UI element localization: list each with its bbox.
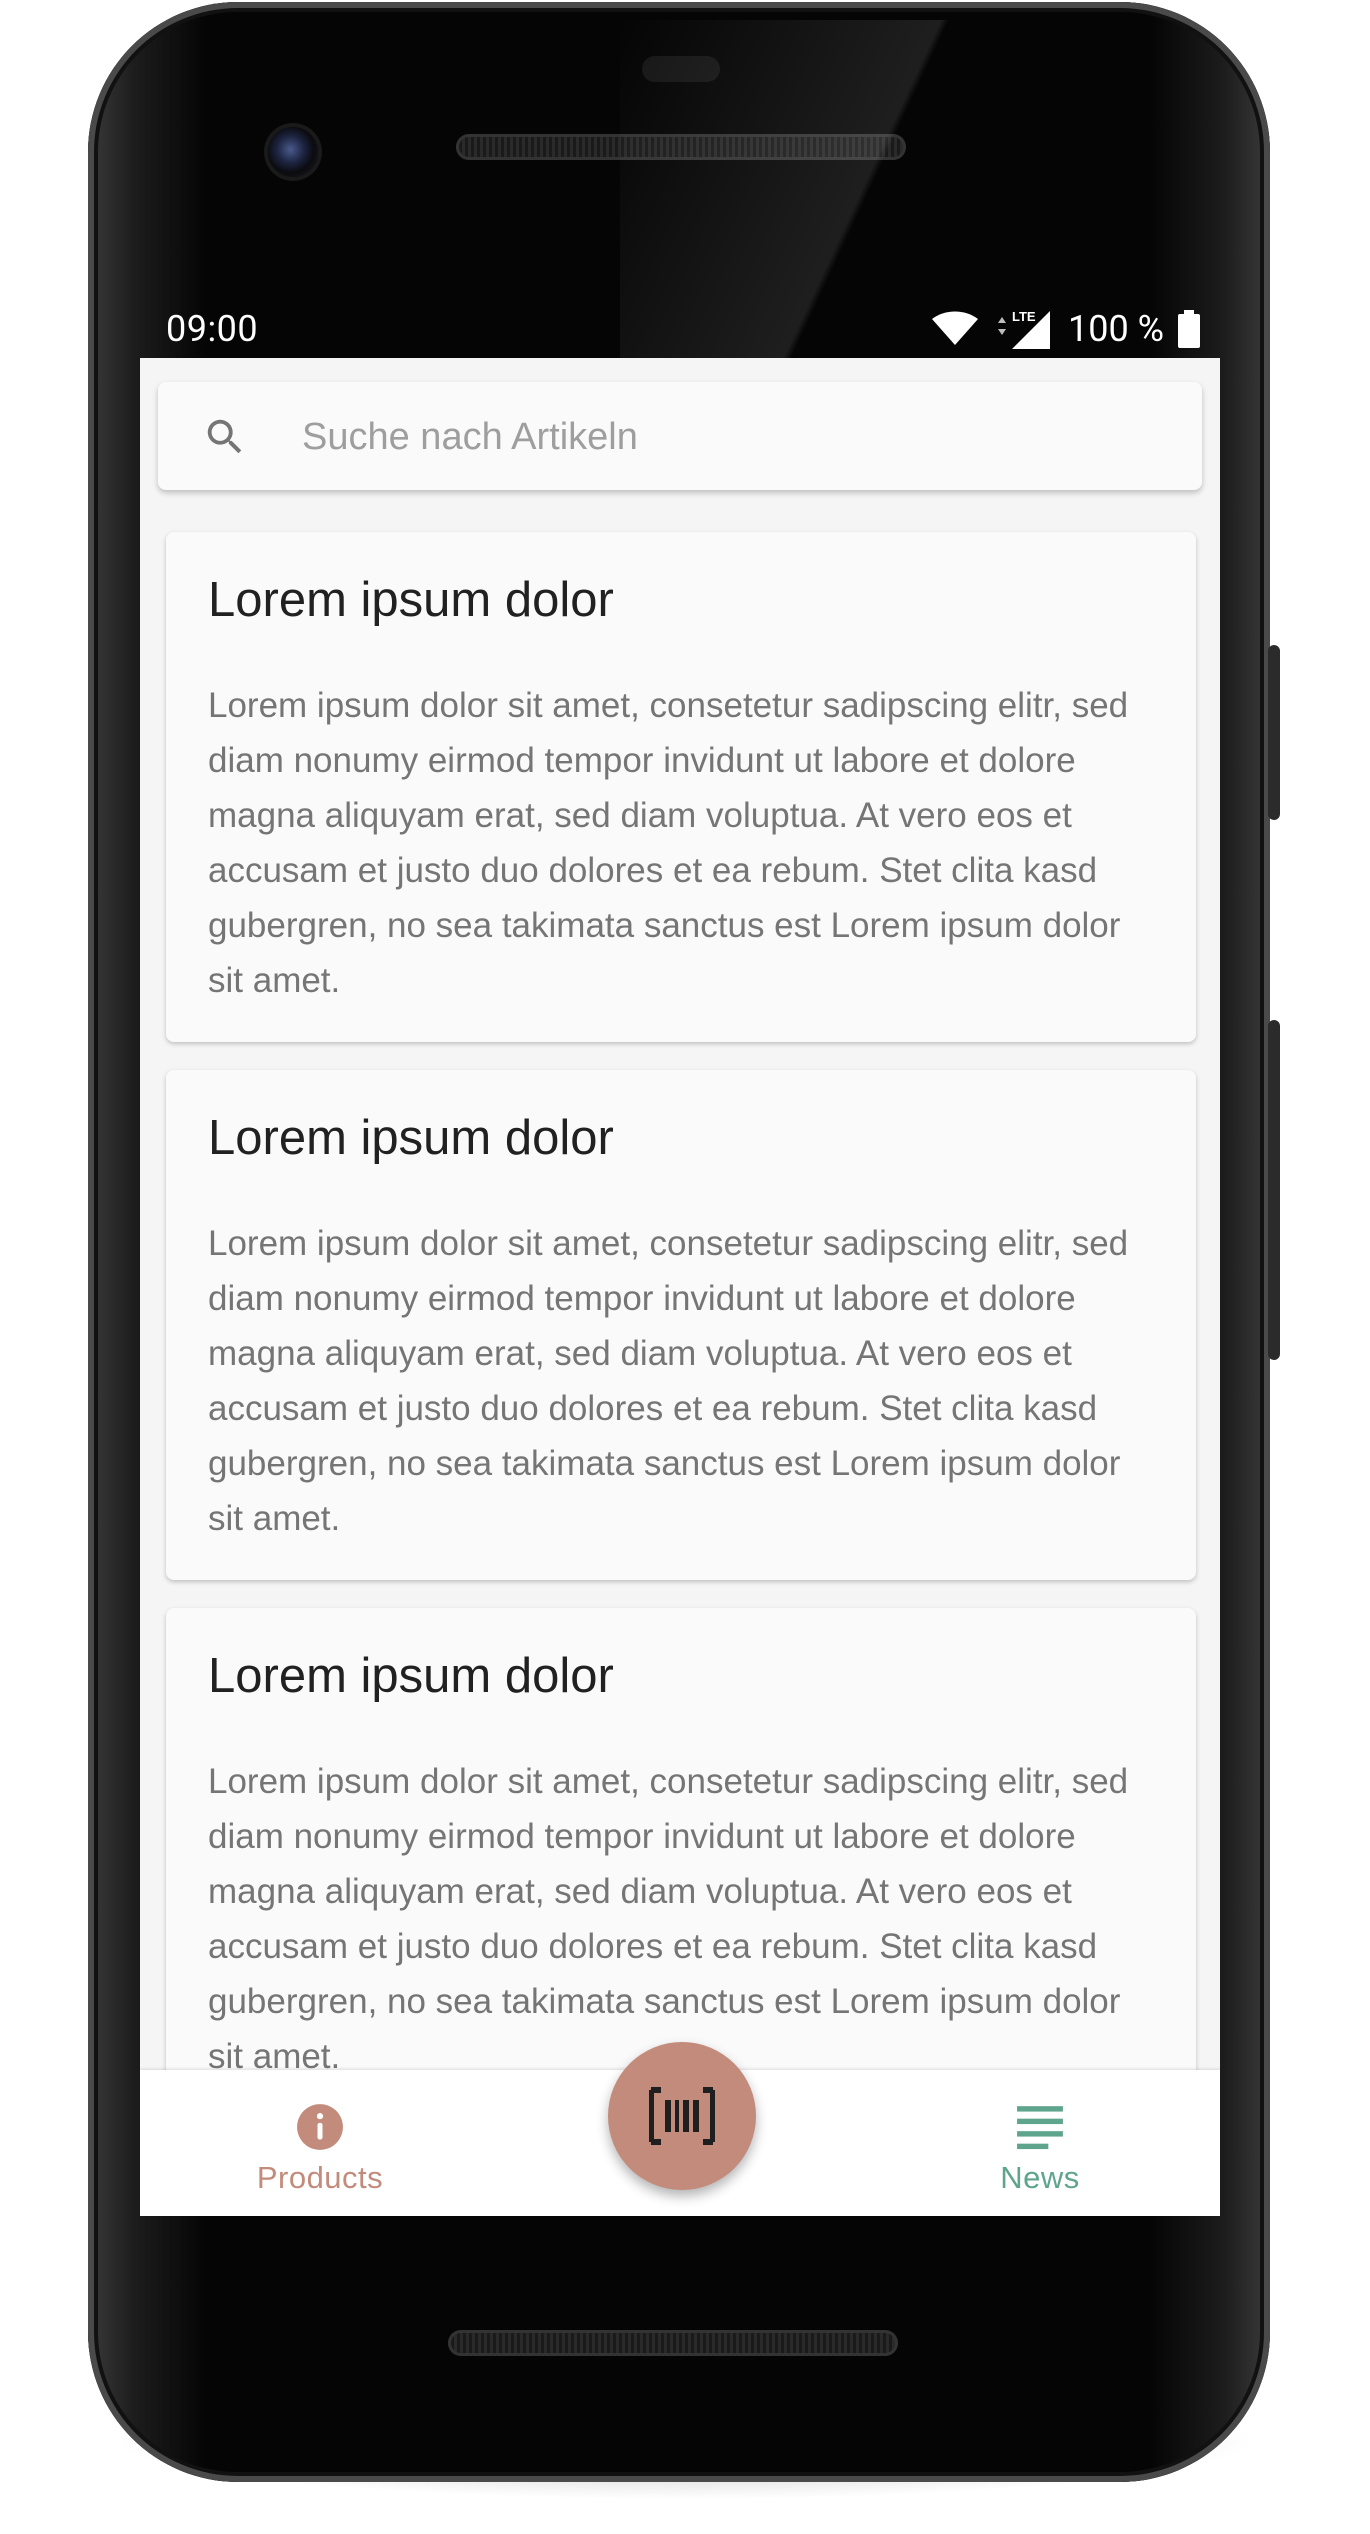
earpiece-speaker bbox=[456, 134, 906, 160]
wifi-icon bbox=[932, 311, 978, 345]
nav-item-news[interactable]: News bbox=[860, 2070, 1220, 2216]
article-title: Lorem ipsum dolor bbox=[208, 1111, 614, 1165]
scan-barcode-button[interactable] bbox=[608, 2042, 756, 2190]
article-body: Lorem ipsum dolor sit amet, consetetur s… bbox=[208, 1762, 1129, 2076]
bottom-speaker bbox=[448, 2330, 898, 2356]
battery-percentage: 100 % bbox=[1068, 308, 1164, 350]
article-body: Lorem ipsum dolor sit amet, consetetur s… bbox=[208, 686, 1129, 1000]
search-input[interactable] bbox=[300, 406, 1184, 468]
proximity-sensor bbox=[642, 56, 720, 82]
article-card[interactable]: Lorem ipsum dolor Lorem ipsum dolor sit … bbox=[166, 1070, 1196, 1580]
status-icons: LTE 100 % bbox=[932, 306, 1200, 352]
network-type-label: LTE bbox=[1012, 309, 1036, 324]
lte-signal-icon: LTE bbox=[998, 309, 1050, 349]
search-bar[interactable] bbox=[158, 382, 1202, 490]
search-icon bbox=[207, 419, 242, 454]
article-title: Lorem ipsum dolor bbox=[208, 573, 614, 627]
status-time: 09:00 bbox=[166, 308, 259, 350]
article-title: Lorem ipsum dolor bbox=[208, 1649, 614, 1703]
nav-label-products: Products bbox=[256, 2160, 384, 2195]
front-camera bbox=[268, 127, 318, 177]
status-bar: 09:00 LTE 100 % bbox=[140, 300, 1220, 356]
power-button bbox=[1268, 645, 1280, 820]
article-card[interactable]: Lorem ipsum dolor Lorem ipsum dolor sit … bbox=[166, 532, 1196, 1042]
nav-item-products[interactable]: Products bbox=[140, 2070, 500, 2216]
nav-label-news: News bbox=[1000, 2160, 1080, 2195]
info-icon bbox=[297, 2104, 343, 2150]
volume-rocker bbox=[1268, 1020, 1280, 1360]
barcode-icon bbox=[649, 2087, 715, 2145]
app-screen: Lorem ipsum dolor Lorem ipsum dolor sit … bbox=[140, 358, 1220, 2216]
battery-icon bbox=[1178, 310, 1200, 348]
news-icon bbox=[1017, 2106, 1063, 2150]
article-body: Lorem ipsum dolor sit amet, consetetur s… bbox=[208, 1224, 1129, 1538]
